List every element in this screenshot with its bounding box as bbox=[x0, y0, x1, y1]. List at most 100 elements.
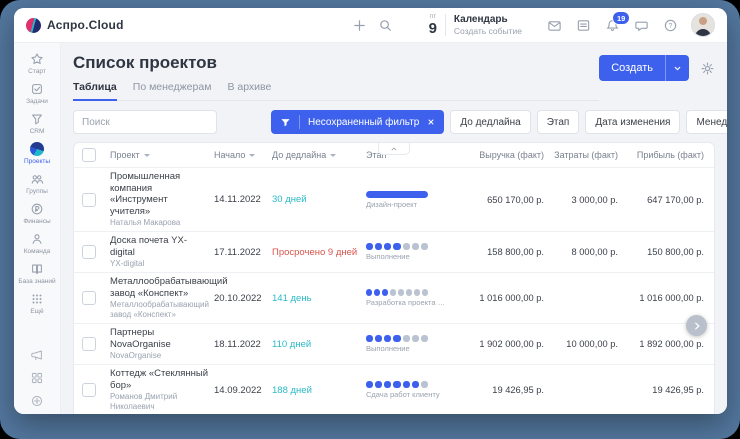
collapse-table-button[interactable] bbox=[378, 143, 410, 155]
stage-segment bbox=[393, 243, 400, 250]
create-dropdown[interactable] bbox=[665, 55, 689, 81]
caret-down-icon bbox=[673, 64, 682, 73]
sidebar-item-label: Задачи bbox=[26, 98, 48, 105]
stage-segment bbox=[393, 335, 400, 342]
project-subtitle: NovaOrganise bbox=[110, 351, 210, 361]
deadline: 110 дней bbox=[272, 339, 362, 350]
project-title: Коттедж «Стеклянный бор» bbox=[110, 368, 210, 391]
project-cell: Партнеры NovaOrganiseNovaOrganise bbox=[110, 327, 210, 361]
table-row[interactable]: Коттедж «Стеклянный бор»Романов Дмитрий … bbox=[74, 364, 714, 414]
background-frame: Аспро.Cloud пт 9 Календарь bbox=[0, 0, 740, 439]
costs-cell: 8 000,00 р. bbox=[548, 247, 618, 257]
tab-table[interactable]: Таблица bbox=[73, 81, 117, 101]
sidebar-item-start[interactable]: Старт bbox=[15, 48, 59, 78]
app-window: Аспро.Cloud пт 9 Календарь bbox=[14, 8, 727, 414]
filter-deadline[interactable]: До дедлайна bbox=[450, 110, 530, 134]
create-button[interactable]: Создать bbox=[599, 55, 689, 81]
calendar-title: Календарь bbox=[454, 14, 522, 26]
stage-bar bbox=[366, 243, 428, 250]
global-search-button[interactable] bbox=[378, 17, 394, 33]
stage-bar bbox=[366, 289, 428, 296]
notifications-button[interactable]: 19 bbox=[604, 17, 620, 33]
revenue-cell: 19 426,95 р. bbox=[464, 385, 544, 395]
stage-segment bbox=[398, 289, 404, 296]
stage-segment bbox=[384, 381, 391, 388]
filter-chip[interactable]: Несохраненный фильтр bbox=[271, 110, 444, 134]
sidebar-items: Старт Задачи CRM Проекты Группы Финансы Команд… bbox=[15, 48, 59, 318]
scroll-right-button[interactable] bbox=[686, 315, 707, 336]
tab-managers[interactable]: По менеджерам bbox=[133, 81, 212, 101]
filter-modified-date[interactable]: Дата изменения bbox=[585, 110, 680, 134]
column-header[interactable]: Начало bbox=[214, 150, 268, 160]
sidebar-item-crm[interactable]: CRM bbox=[15, 108, 59, 138]
sort-caret-icon bbox=[330, 154, 336, 157]
page-settings-button[interactable] bbox=[699, 60, 715, 76]
stage-label: Дизайн-проект bbox=[366, 200, 448, 209]
search-input[interactable] bbox=[73, 110, 217, 134]
start-date: 20.10.2022 bbox=[214, 293, 268, 304]
filter-manager[interactable]: Менеджер bbox=[686, 110, 727, 134]
integrations-icon[interactable] bbox=[30, 394, 44, 408]
sidebar-item-knowledge[interactable]: База знаний bbox=[15, 258, 59, 288]
stage-segment bbox=[366, 243, 373, 250]
sidebar-item-label: CRM bbox=[30, 128, 45, 135]
chip-close-icon[interactable] bbox=[427, 118, 435, 126]
mail-button[interactable] bbox=[546, 17, 562, 33]
sidebar-item-label: Группы bbox=[26, 188, 48, 195]
column-header[interactable]: До дедлайна bbox=[272, 150, 362, 160]
project-cell: Промышленная компания «Инструмент учител… bbox=[110, 171, 210, 228]
sort-caret-icon bbox=[249, 154, 255, 157]
gear-icon bbox=[700, 61, 715, 76]
calendar-widget[interactable]: пт 9 Календарь Создать событие bbox=[429, 14, 522, 36]
quick-add-button[interactable] bbox=[352, 17, 368, 33]
chat-button[interactable] bbox=[633, 17, 649, 33]
header-checkbox[interactable] bbox=[82, 148, 96, 162]
logo[interactable]: Аспро.Cloud bbox=[26, 18, 124, 33]
calendar-day: 9 bbox=[429, 21, 437, 36]
stage-segment bbox=[393, 381, 400, 388]
row-checkbox[interactable] bbox=[82, 193, 96, 207]
table-row[interactable]: Металлообрабатывающий завод «Конспект»Ме… bbox=[74, 272, 714, 323]
project-cell: Доска почета YX-digitalYX-digital bbox=[110, 235, 210, 269]
sidebar-item-more[interactable]: Ещё bbox=[15, 288, 59, 318]
start-date: 14.11.2022 bbox=[214, 194, 268, 205]
row-checkbox[interactable] bbox=[82, 291, 96, 305]
help-icon: ? bbox=[663, 18, 678, 33]
apps-icon[interactable] bbox=[30, 371, 44, 385]
tab-archive[interactable]: В архиве bbox=[227, 81, 271, 101]
sidebar-item-label: Проекты bbox=[24, 158, 50, 165]
chevron-right-icon bbox=[692, 321, 702, 331]
sidebar-item-team[interactable]: Команда bbox=[15, 228, 59, 258]
calendar-create-event[interactable]: Создать событие bbox=[454, 26, 522, 36]
sidebar-item-tasks[interactable]: Задачи bbox=[15, 78, 59, 108]
deadline: 141 день bbox=[272, 293, 362, 304]
page-actions: Создать bbox=[599, 55, 715, 81]
table-row[interactable]: Доска почета YX-digitalYX-digital17.11.2… bbox=[74, 231, 714, 272]
filter-stage[interactable]: Этап bbox=[537, 110, 580, 134]
row-checkbox[interactable] bbox=[82, 337, 96, 351]
stage-segment bbox=[374, 289, 380, 296]
sidebar-item-finance[interactable]: Финансы bbox=[15, 198, 59, 228]
row-checkbox[interactable] bbox=[82, 245, 96, 259]
column-header[interactable]: Проект bbox=[110, 150, 210, 160]
help-button[interactable]: ? bbox=[662, 17, 678, 33]
start-icon bbox=[30, 52, 44, 66]
table-row[interactable]: Промышленная компания «Инструмент учител… bbox=[74, 167, 714, 231]
sidebar-bottom-icons bbox=[30, 348, 44, 408]
logo-text: Аспро.Cloud bbox=[47, 18, 124, 32]
row-checkbox[interactable] bbox=[82, 383, 96, 397]
sidebar-item-projects[interactable]: Проекты bbox=[15, 138, 59, 168]
notes-button[interactable] bbox=[575, 17, 591, 33]
sidebar-item-groups[interactable]: Группы bbox=[15, 168, 59, 198]
calendar-date: пт 9 bbox=[429, 14, 437, 36]
stage-segment bbox=[403, 335, 410, 342]
promo-icon[interactable] bbox=[30, 348, 44, 362]
stage-segment bbox=[366, 335, 373, 342]
column-header: Затраты (факт) bbox=[548, 150, 618, 160]
stage-bar bbox=[366, 381, 428, 388]
mail-icon bbox=[547, 18, 562, 33]
user-avatar[interactable] bbox=[691, 13, 715, 37]
table-row[interactable]: Партнеры NovaOrganiseNovaOrganise18.11.2… bbox=[74, 323, 714, 364]
stage-label: Разработка проекта 1 в... bbox=[366, 298, 448, 307]
sidebar-item-label: Команда bbox=[24, 248, 50, 255]
